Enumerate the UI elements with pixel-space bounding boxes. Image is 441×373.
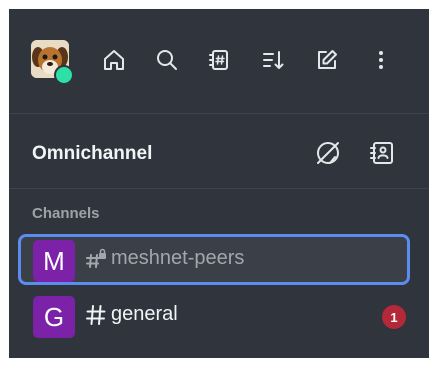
search-icon[interactable] xyxy=(154,47,180,73)
room-item-meshnet-peers[interactable]: M meshnet-peers xyxy=(18,234,410,285)
sidebar-toolbar xyxy=(9,9,429,114)
omnichannel-section: Omnichannel xyxy=(9,113,429,189)
contact-center-icon[interactable] xyxy=(368,139,396,167)
room-avatar: G xyxy=(33,296,75,338)
directory-icon[interactable] xyxy=(207,47,233,73)
room-avatar: M xyxy=(33,240,75,282)
room-name: meshnet-peers xyxy=(111,247,245,269)
room-item-general[interactable]: G general 1 xyxy=(18,290,410,341)
omnichannel-title: Omnichannel xyxy=(32,143,153,164)
home-icon[interactable] xyxy=(101,47,127,73)
sort-icon[interactable] xyxy=(260,47,286,73)
create-new-icon[interactable] xyxy=(314,47,340,73)
unread-badge: 1 xyxy=(382,305,406,329)
online-status-indicator xyxy=(54,65,74,85)
kebab-menu-icon[interactable] xyxy=(368,47,394,73)
omnichannel-status-icon[interactable] xyxy=(314,139,342,167)
hashtag-lock-icon xyxy=(84,247,108,271)
room-name: general xyxy=(111,303,178,325)
hashtag-icon xyxy=(84,303,108,327)
channels-section-label: Channels xyxy=(32,205,100,222)
sidebar: Omnichannel Channels M meshnet-peers G g… xyxy=(9,9,429,358)
